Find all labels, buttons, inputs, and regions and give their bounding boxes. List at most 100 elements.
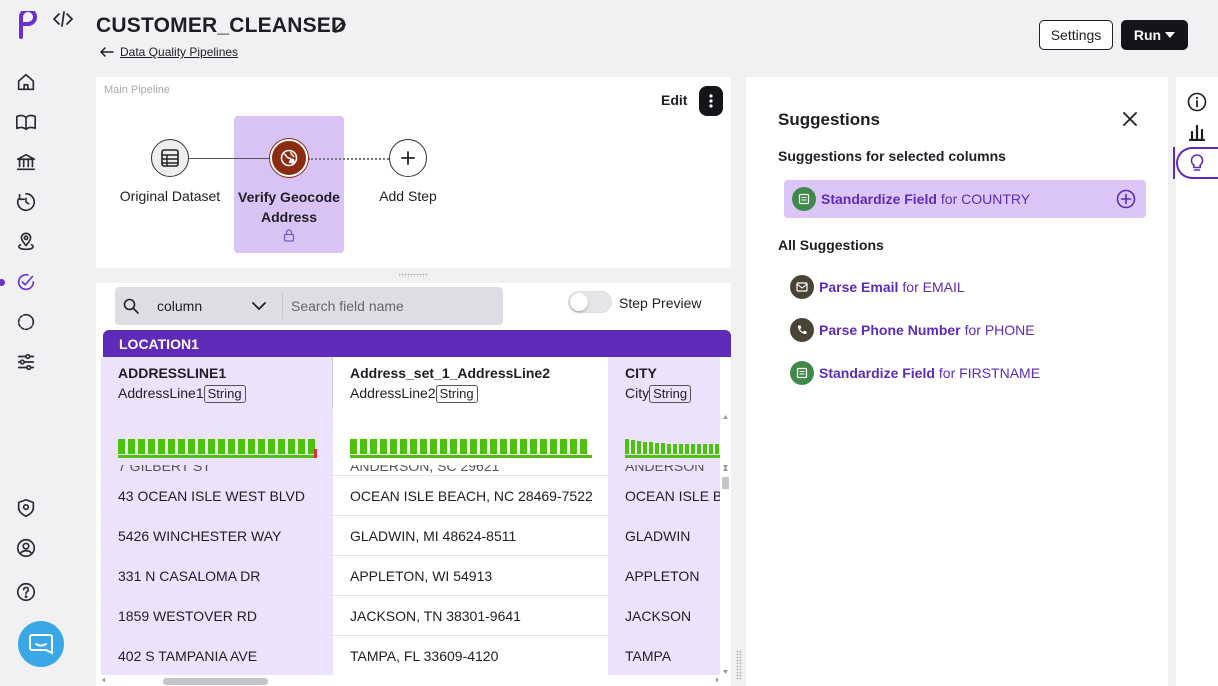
bar-chart-icon[interactable] [1186, 121, 1208, 143]
sliders-icon[interactable] [14, 350, 38, 374]
location-pin-icon[interactable] [14, 230, 38, 254]
search-field-input[interactable] [291, 295, 491, 317]
phone-icon [790, 318, 814, 342]
suggestions-panel: Suggestions Suggestions for selected col… [746, 77, 1168, 686]
column-header[interactable]: CITY City String [608, 357, 720, 409]
add-circle-icon[interactable] [1116, 189, 1136, 209]
quality-bar-segment [228, 439, 235, 454]
type-badge: String [203, 385, 246, 403]
table-cell[interactable]: TAMPA, FL 33609-4120 [333, 635, 608, 675]
quality-bar-segment [148, 439, 155, 454]
quality-bar-segment [500, 439, 507, 454]
table-cell[interactable]: OCEAN ISLE BEACH, NC 28469-7522 [333, 475, 608, 515]
table-icon [161, 149, 179, 167]
step-connector [189, 158, 270, 159]
quality-baseline [350, 455, 592, 458]
arrow-left-icon[interactable] [100, 47, 114, 57]
edit-title-pencil-icon[interactable] [333, 20, 347, 34]
suggestions-title: Suggestions [778, 110, 881, 129]
close-icon[interactable] [1123, 112, 1137, 126]
column-header[interactable]: Address_set_1_AddressLine2 AddressLine2 S… [333, 357, 608, 409]
quality-bar-segment [655, 443, 659, 454]
code-view-icon[interactable] [53, 11, 73, 27]
column-mapping: City String [625, 385, 720, 403]
home-icon[interactable] [14, 70, 38, 94]
suggestion-parse-email[interactable]: Parse Email for EMAIL [790, 268, 965, 306]
table-cell[interactable]: TAMPA [608, 635, 720, 675]
table-cell[interactable]: 402 S TAMPANIA AVE [101, 635, 333, 675]
settings-button[interactable]: Settings [1039, 20, 1113, 50]
table-cell-partial: 7 GILBERT ST [118, 465, 211, 474]
run-button[interactable]: Run [1121, 20, 1188, 50]
quality-bar-segment [248, 439, 255, 454]
left-nav-rail [0, 0, 54, 686]
suggestion-target: for EMAIL [902, 279, 965, 295]
column-header[interactable]: ADDRESSLINE1 AddressLine1 String [101, 357, 333, 409]
table-cell[interactable]: 43 OCEAN ISLE WEST BLVD [101, 475, 333, 515]
suggestion-standardize-country[interactable]: Standardize Field for COUNTRY [784, 180, 1146, 218]
table-cell[interactable]: APPLETON, WI 54913 [333, 555, 608, 595]
user-profile-icon[interactable] [14, 536, 38, 560]
active-tool-indicator [1173, 147, 1175, 179]
quality-bar-segment [400, 439, 407, 454]
table-cell[interactable]: OCEAN ISLE BEACH [608, 475, 720, 515]
suggestion-standardize-firstname[interactable]: Standardize Field for FIRSTNAME [790, 354, 1040, 392]
vertical-scrollbar[interactable] [721, 413, 730, 676]
table-cell[interactable]: 1859 WESTOVER RD [101, 595, 333, 635]
column-name: CITY [625, 365, 657, 381]
shield-icon[interactable] [14, 496, 38, 520]
quality-bar-segment [580, 439, 587, 454]
bank-icon[interactable] [14, 150, 38, 174]
quality-bar-segment [661, 443, 665, 454]
more-vertical-icon [709, 94, 713, 108]
quality-bar-segment [278, 439, 285, 454]
book-icon[interactable] [14, 110, 38, 134]
quality-bar-segment [631, 440, 635, 454]
horizontal-scroll-thumb[interactable] [163, 678, 268, 685]
quality-bar-segment [530, 439, 537, 454]
history-icon[interactable] [14, 190, 38, 214]
info-icon[interactable] [1186, 91, 1208, 113]
back-link-data-quality-pipelines[interactable]: Data Quality Pipelines [120, 45, 238, 59]
chevron-down-icon[interactable] [252, 301, 266, 311]
table-cell[interactable]: GLADWIN, MI 48624-8511 [333, 515, 608, 555]
data-quality-check-icon[interactable] [14, 270, 38, 294]
refresh-icon[interactable] [14, 310, 38, 334]
table-cell[interactable]: APPLETON [608, 555, 720, 595]
suggestion-action: Standardize Field [821, 191, 937, 207]
add-step-node[interactable] [389, 139, 427, 177]
panel-resize-handle[interactable] [398, 273, 428, 277]
table-cell[interactable]: GLADWIN [608, 515, 720, 555]
step-preview-toggle[interactable] [568, 291, 612, 313]
quality-bar-segment [288, 439, 295, 454]
suggestion-parse-phone[interactable]: Parse Phone Number for PHONE [790, 311, 1035, 349]
type-badge: String [649, 385, 692, 403]
pipeline-more-menu-button[interactable] [699, 86, 723, 116]
original-dataset-node[interactable] [151, 139, 189, 177]
quality-bar-segment [673, 444, 677, 454]
chat-support-button[interactable] [18, 621, 64, 667]
help-icon[interactable] [14, 580, 38, 604]
lightbulb-icon[interactable] [1186, 152, 1208, 174]
run-button-label: Run [1133, 27, 1162, 43]
column-quality-bar [333, 409, 608, 465]
quality-bar-segment [350, 439, 357, 454]
quality-bar-segment [370, 439, 377, 454]
table-cell[interactable]: 5426 WINCHESTER WAY [101, 515, 333, 555]
table-cell[interactable]: JACKSON, TN 38301-9641 [333, 595, 608, 635]
verify-geocode-node[interactable] [270, 139, 308, 177]
active-nav-indicator [0, 279, 5, 286]
type-badge: String [435, 385, 478, 403]
pipeline-edit-button[interactable]: Edit [661, 92, 687, 108]
quality-bar-segment [238, 439, 245, 454]
column-quality-bar [608, 409, 720, 465]
app-logo-icon[interactable] [17, 11, 39, 39]
step-preview-label: Step Preview [619, 295, 702, 311]
column-sub-name: AddressLine1 [118, 385, 204, 401]
table-cell[interactable]: JACKSON [608, 595, 720, 635]
quality-bar-segment [440, 439, 447, 454]
quality-bar-segment [685, 444, 689, 454]
search-scope-select[interactable]: column [157, 298, 202, 314]
column-resize-grip[interactable] [736, 650, 742, 680]
table-cell[interactable]: 331 N CASALOMA DR [101, 555, 333, 595]
